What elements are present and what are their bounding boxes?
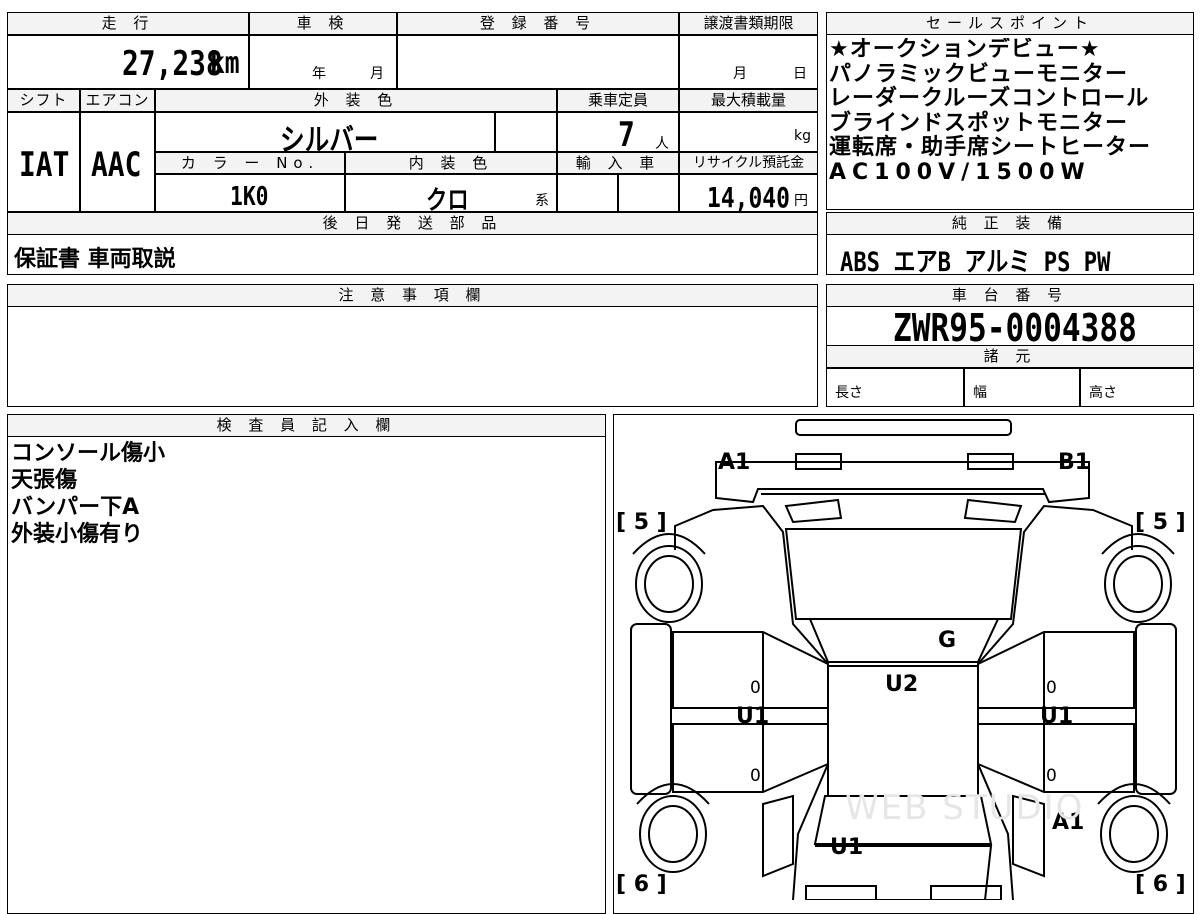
color-no-header: カ ラ ー No. xyxy=(155,152,345,174)
mark-six-right: [ 6 ] xyxy=(1135,872,1186,897)
mark-u1-left: U1 xyxy=(736,704,770,729)
max-load-header: 最大積載量 xyxy=(679,89,818,112)
sales-point: ★オークションデビュー★ xyxy=(829,38,1101,62)
shaken-month: 月 xyxy=(370,66,384,82)
inspector-note: 外装小傷有り xyxy=(11,522,144,547)
registration-cell xyxy=(397,35,679,89)
recycle-value: 14,040 xyxy=(707,181,790,214)
mark-zero-left-bottom: 0 xyxy=(750,766,761,786)
mileage-header: 走 行 xyxy=(7,12,249,35)
front-left-wheel-inner xyxy=(644,555,694,613)
mark-five-left: [ 5 ] xyxy=(616,510,667,535)
inspector-notes: コンソール傷小 天張傷 バンパー下A 外装小傷有り xyxy=(11,440,165,548)
sales-points-list: ★オークションデビュー★ パノラミックビューモニター レーダークルーズコントロー… xyxy=(829,38,1192,185)
front-bumper-shape xyxy=(715,461,1090,504)
later-parts-value: 保証書 車両取説 xyxy=(14,247,176,272)
aircon-value: AAC xyxy=(91,145,142,185)
rear-plate-right xyxy=(930,885,1002,900)
import-cell-a xyxy=(557,174,618,212)
left-fender-front xyxy=(632,533,706,555)
hood-right-panel xyxy=(963,498,1023,524)
aircon-header: エアコン xyxy=(80,89,155,112)
interior-color-suffix: 系 xyxy=(535,193,549,209)
recycle-header: リサイクル預託金 xyxy=(679,152,818,174)
mark-b1-front: B1 xyxy=(1058,450,1091,475)
mark-u2: U2 xyxy=(885,672,919,697)
left-quarter xyxy=(762,794,794,878)
color-no-value: 1K0 xyxy=(230,182,269,212)
hood-shape xyxy=(784,528,1023,620)
sales-point: ブラインドスポットモニター xyxy=(829,110,1129,136)
max-load-unit: kg xyxy=(794,128,811,144)
equipment-value: ABS エアB アルミ PS PW xyxy=(840,247,1111,278)
capacity-header: 乗車定員 xyxy=(557,89,679,112)
hood-left-panel xyxy=(784,498,843,524)
front-right-wheel-inner xyxy=(1113,555,1163,613)
transfer-month: 月 xyxy=(733,66,747,82)
sales-points-header: セールスポイント xyxy=(826,12,1194,35)
mileage-value: 27,238 xyxy=(122,44,223,84)
sales-point: AC100V/1500W xyxy=(829,159,1091,185)
shift-value: IAT xyxy=(19,145,70,185)
recycle-unit: 円 xyxy=(794,193,808,209)
mark-g: G xyxy=(938,628,957,653)
front-plate-shape xyxy=(795,419,1012,436)
mark-six-left: [ 6 ] xyxy=(616,872,667,897)
interior-color-header: 内 装 色 xyxy=(345,152,557,174)
inspector-note: コンソール傷小 xyxy=(11,441,166,466)
capacity-unit: 人 xyxy=(655,136,669,152)
exterior-color-extra xyxy=(495,112,557,152)
import-cell-b xyxy=(618,174,679,212)
chassis-header: 車 台 番 号 xyxy=(826,284,1194,307)
left-rocker xyxy=(630,623,672,795)
transfer-day: 日 xyxy=(793,66,807,82)
registration-header: 登 録 番 号 xyxy=(397,12,679,35)
sales-point: パノラミックビューモニター xyxy=(829,61,1129,87)
rear-left-wheel-inner xyxy=(648,805,698,863)
spec-width-label: 幅 xyxy=(973,385,987,401)
shift-header: シフト xyxy=(7,89,80,112)
mark-a1-front: A1 xyxy=(718,450,751,475)
specs-header: 諸 元 xyxy=(826,345,1194,368)
equipment-header: 純 正 装 備 xyxy=(826,212,1194,235)
capacity-value: 7 xyxy=(618,115,635,155)
rear-right-wheel-inner xyxy=(1109,805,1159,863)
notes-header: 注 意 事 項 欄 xyxy=(7,284,818,307)
mark-u1-rear: U1 xyxy=(830,835,864,860)
right-fender-front xyxy=(1101,533,1175,555)
shaken-year: 年 xyxy=(312,66,326,82)
windshield-shape xyxy=(808,618,1000,663)
right-rocker xyxy=(1135,623,1177,795)
mark-zero-right-top: 0 xyxy=(1046,678,1057,698)
rear-plate-left xyxy=(805,885,877,900)
transfer-deadline-header: 譲渡書類期限 xyxy=(679,12,818,35)
mark-u1-right: U1 xyxy=(1040,704,1074,729)
inspector-header: 検 査 員 記 入 欄 xyxy=(7,414,606,437)
import-header: 輸 入 車 xyxy=(557,152,679,174)
mark-zero-left-top: 0 xyxy=(750,678,761,698)
inspector-note: 天張傷 xyxy=(11,468,78,493)
shaken-header: 車 検 xyxy=(249,12,397,35)
mark-zero-right-bottom: 0 xyxy=(1046,766,1057,786)
spec-height-label: 高さ xyxy=(1089,385,1117,401)
exterior-color-header: 外 装 色 xyxy=(155,89,557,112)
sales-point: レーダークルーズコントロール xyxy=(829,86,1150,111)
mileage-unit: km xyxy=(210,46,240,81)
spec-length-label: 長さ xyxy=(835,385,863,401)
later-parts-header: 後 日 発 送 部 品 xyxy=(7,212,818,235)
sales-point: 運転席・助手席シートヒーター xyxy=(829,135,1152,160)
watermark: WEB STUDIO xyxy=(845,788,1085,828)
chassis-value: ZWR95-0004388 xyxy=(893,306,1137,350)
inspector-note: バンパー下A xyxy=(11,495,140,520)
mark-five-right: [ 5 ] xyxy=(1135,510,1186,535)
